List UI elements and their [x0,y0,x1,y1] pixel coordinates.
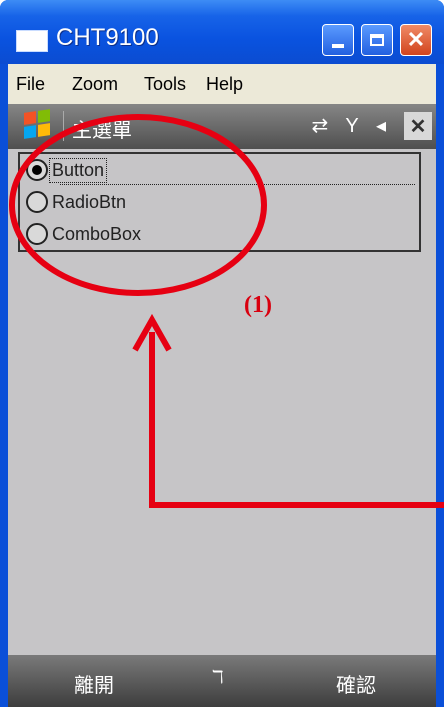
annotation-overlay [9,114,444,508]
annotation-label: (1) [244,292,272,318]
annotation-arrow-line [149,332,444,508]
highlight-circle [9,114,267,296]
